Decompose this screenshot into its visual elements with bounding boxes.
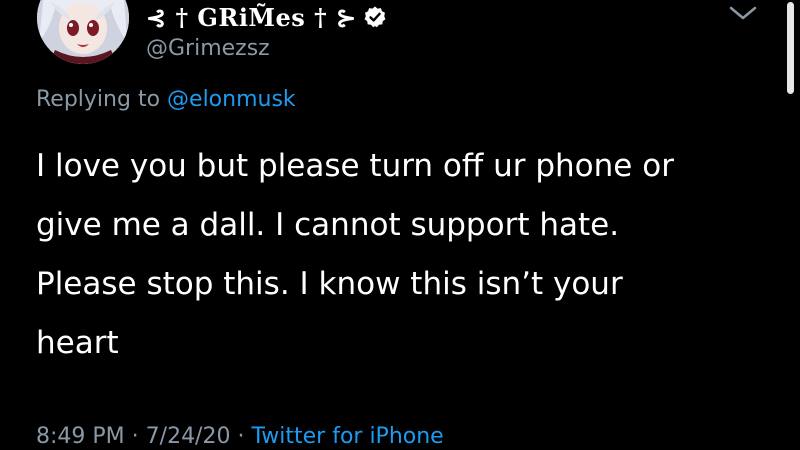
reply-mention-link[interactable]: @elonmusk — [167, 87, 296, 112]
tweet-text-line: Please stop this. I know this isn’t your — [36, 266, 623, 302]
scrollbar[interactable] — [787, 2, 794, 94]
author-handle[interactable]: @Grimezsz — [146, 36, 270, 61]
chevron-down-icon[interactable] — [728, 2, 758, 24]
tweet-text-line: give me a dall. I cannot support hate. — [36, 207, 620, 243]
avatar[interactable] — [37, 0, 129, 64]
tweet-card: ⊰ † GRiM̃es † ⊱ @Grimezsz Replying to @e… — [0, 0, 800, 450]
avatar-image — [37, 0, 129, 64]
meta-separator: · — [131, 424, 139, 449]
tweet-text-line: heart — [36, 325, 119, 361]
tweet-text-line: I love you but please turn off ur phone … — [36, 148, 674, 184]
tweet-time[interactable]: 8:49 PM — [36, 424, 125, 449]
tweet-text: I love you but please turn off ur phone … — [36, 137, 776, 373]
author-display-name[interactable]: ⊰ † GRiM̃es † ⊱ — [146, 3, 357, 32]
tweet-date[interactable]: 7/24/20 — [146, 424, 231, 449]
replying-to-line: Replying to @elonmusk — [36, 87, 296, 112]
author-name-row[interactable]: ⊰ † GRiM̃es † ⊱ — [146, 1, 387, 33]
tweet-meta: 8:49 PM · 7/24/20 · Twitter for iPhone — [36, 424, 444, 449]
verified-badge-icon — [363, 5, 387, 29]
tweet-source-link[interactable]: Twitter for iPhone — [251, 424, 443, 449]
meta-separator: · — [237, 424, 245, 449]
replying-to-label: Replying to — [36, 87, 161, 112]
